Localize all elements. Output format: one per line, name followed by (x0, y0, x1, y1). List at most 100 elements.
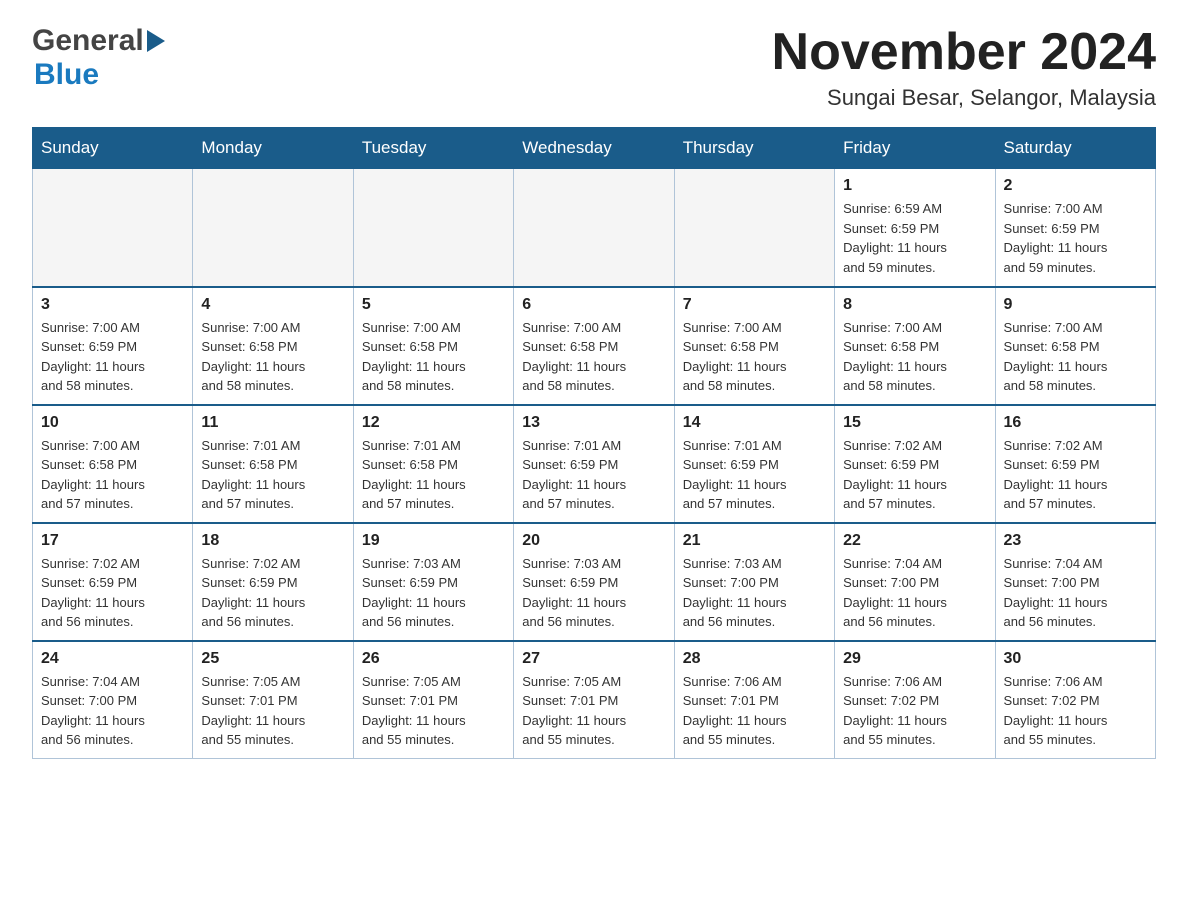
calendar-cell: 15Sunrise: 7:02 AM Sunset: 6:59 PM Dayli… (835, 405, 995, 523)
day-number: 19 (362, 532, 505, 550)
day-number: 2 (1004, 177, 1147, 195)
day-number: 12 (362, 414, 505, 432)
day-info: Sunrise: 7:01 AM Sunset: 6:59 PM Dayligh… (683, 436, 826, 514)
col-header-saturday: Saturday (995, 128, 1155, 169)
day-number: 6 (522, 296, 665, 314)
col-header-wednesday: Wednesday (514, 128, 674, 169)
day-number: 18 (201, 532, 344, 550)
calendar-week-row: 1 Sunrise: 6:59 AM Sunset: 6:59 PM Daylig… (33, 169, 1156, 287)
calendar-cell: 18 Sunrise: 7:02 AM Sunset: 6:59 PM Dayli… (193, 523, 353, 641)
day-info: Sunrise: 7:00 AM Sunset: 6:58 PM Dayligh… (522, 318, 665, 396)
calendar-cell: 30Sunrise: 7:06 AM Sunset: 7:02 PM Dayli… (995, 641, 1155, 759)
day-number: 22 (843, 532, 986, 550)
day-number: 23 (1004, 532, 1147, 550)
day-info: Sunrise: 7:02 AM Sunset: 6:59 PM Dayligh… (1004, 436, 1147, 514)
calendar-cell (33, 169, 193, 287)
day-info: Sunrise: 7:05 AM Sunset: 7:01 PM Dayligh… (201, 672, 344, 750)
calendar-week-row: 17 Sunrise: 7:02 AM Sunset: 6:59 PM Dayli… (33, 523, 1156, 641)
calendar-cell (674, 169, 834, 287)
day-info: Sunrise: 7:06 AM Sunset: 7:02 PM Dayligh… (843, 672, 986, 750)
subtitle: Sungai Besar, Selangor, Malaysia (772, 85, 1156, 111)
calendar-cell (353, 169, 513, 287)
day-info: Sunrise: 7:00 AM Sunset: 6:59 PM Dayligh… (41, 318, 184, 396)
day-number: 24 (41, 650, 184, 668)
logo-arrow-icon (147, 30, 165, 52)
day-number: 3 (41, 296, 184, 314)
calendar-week-row: 3 Sunrise: 7:00 AM Sunset: 6:59 PM Daylig… (33, 287, 1156, 405)
day-number: 14 (683, 414, 826, 432)
calendar-cell: 27 Sunrise: 7:05 AM Sunset: 7:01 PM Dayli… (514, 641, 674, 759)
day-info: Sunrise: 7:00 AM Sunset: 6:59 PM Dayligh… (1004, 199, 1147, 277)
day-info: Sunrise: 7:00 AM Sunset: 6:58 PM Dayligh… (1004, 318, 1147, 396)
calendar-cell: 17 Sunrise: 7:02 AM Sunset: 6:59 PM Dayli… (33, 523, 193, 641)
calendar-cell: 10 Sunrise: 7:00 AM Sunset: 6:58 PM Dayli… (33, 405, 193, 523)
day-number: 16 (1004, 414, 1147, 432)
calendar-cell: 2 Sunrise: 7:00 AM Sunset: 6:59 PM Daylig… (995, 169, 1155, 287)
day-number: 26 (362, 650, 505, 668)
day-number: 28 (683, 650, 826, 668)
col-header-monday: Monday (193, 128, 353, 169)
calendar-week-row: 10 Sunrise: 7:00 AM Sunset: 6:58 PM Dayli… (33, 405, 1156, 523)
col-header-sunday: Sunday (33, 128, 193, 169)
calendar-cell: 13 Sunrise: 7:01 AM Sunset: 6:59 PM Dayli… (514, 405, 674, 523)
logo-general-text: General (32, 24, 144, 58)
calendar-cell: 26Sunrise: 7:05 AM Sunset: 7:01 PM Dayli… (353, 641, 513, 759)
day-info: Sunrise: 7:02 AM Sunset: 6:59 PM Dayligh… (201, 554, 344, 632)
calendar-cell: 8 Sunrise: 7:00 AM Sunset: 6:58 PM Daylig… (835, 287, 995, 405)
main-title: November 2024 (772, 24, 1156, 81)
col-header-thursday: Thursday (674, 128, 834, 169)
calendar-cell: 16 Sunrise: 7:02 AM Sunset: 6:59 PM Dayli… (995, 405, 1155, 523)
day-info: Sunrise: 7:03 AM Sunset: 6:59 PM Dayligh… (362, 554, 505, 632)
day-info: Sunrise: 7:05 AM Sunset: 7:01 PM Dayligh… (522, 672, 665, 750)
day-info: Sunrise: 7:00 AM Sunset: 6:58 PM Dayligh… (362, 318, 505, 396)
day-info: Sunrise: 7:01 AM Sunset: 6:59 PM Dayligh… (522, 436, 665, 514)
day-info: Sunrise: 7:04 AM Sunset: 7:00 PM Dayligh… (41, 672, 184, 750)
day-info: Sunrise: 7:06 AM Sunset: 7:02 PM Dayligh… (1004, 672, 1147, 750)
day-number: 5 (362, 296, 505, 314)
day-number: 15 (843, 414, 986, 432)
day-number: 10 (41, 414, 184, 432)
calendar-cell: 23Sunrise: 7:04 AM Sunset: 7:00 PM Dayli… (995, 523, 1155, 641)
calendar-cell: 12 Sunrise: 7:01 AM Sunset: 6:58 PM Dayli… (353, 405, 513, 523)
calendar-cell: 14 Sunrise: 7:01 AM Sunset: 6:59 PM Dayli… (674, 405, 834, 523)
day-number: 1 (843, 177, 986, 195)
calendar-cell: 11Sunrise: 7:01 AM Sunset: 6:58 PM Dayli… (193, 405, 353, 523)
day-number: 4 (201, 296, 344, 314)
day-info: Sunrise: 6:59 AM Sunset: 6:59 PM Dayligh… (843, 199, 986, 277)
day-number: 13 (522, 414, 665, 432)
day-info: Sunrise: 7:06 AM Sunset: 7:01 PM Dayligh… (683, 672, 826, 750)
calendar-cell: 21 Sunrise: 7:03 AM Sunset: 7:00 PM Dayli… (674, 523, 834, 641)
calendar-cell: 9 Sunrise: 7:00 AM Sunset: 6:58 PM Daylig… (995, 287, 1155, 405)
calendar-cell: 24 Sunrise: 7:04 AM Sunset: 7:00 PM Dayli… (33, 641, 193, 759)
day-number: 20 (522, 532, 665, 550)
calendar-cell: 25Sunrise: 7:05 AM Sunset: 7:01 PM Dayli… (193, 641, 353, 759)
calendar-cell: 6 Sunrise: 7:00 AM Sunset: 6:58 PM Daylig… (514, 287, 674, 405)
calendar-cell: 19 Sunrise: 7:03 AM Sunset: 6:59 PM Dayli… (353, 523, 513, 641)
day-number: 27 (522, 650, 665, 668)
calendar-cell: 7Sunrise: 7:00 AM Sunset: 6:58 PM Daylig… (674, 287, 834, 405)
day-number: 8 (843, 296, 986, 314)
day-number: 9 (1004, 296, 1147, 314)
title-area: November 2024 Sungai Besar, Selangor, Ma… (772, 24, 1156, 111)
day-number: 21 (683, 532, 826, 550)
day-info: Sunrise: 7:00 AM Sunset: 6:58 PM Dayligh… (683, 318, 826, 396)
day-number: 29 (843, 650, 986, 668)
calendar-week-row: 24 Sunrise: 7:04 AM Sunset: 7:00 PM Dayli… (33, 641, 1156, 759)
logo-blue-text: Blue (34, 58, 166, 92)
calendar-cell: 1 Sunrise: 6:59 AM Sunset: 6:59 PM Daylig… (835, 169, 995, 287)
header: General Blue November 2024 Sungai Besar,… (32, 24, 1156, 111)
day-info: Sunrise: 7:04 AM Sunset: 7:00 PM Dayligh… (843, 554, 986, 632)
calendar-cell (193, 169, 353, 287)
calendar-cell: 20Sunrise: 7:03 AM Sunset: 6:59 PM Dayli… (514, 523, 674, 641)
col-header-tuesday: Tuesday (353, 128, 513, 169)
day-number: 17 (41, 532, 184, 550)
calendar-cell: 28 Sunrise: 7:06 AM Sunset: 7:01 PM Dayli… (674, 641, 834, 759)
day-info: Sunrise: 7:02 AM Sunset: 6:59 PM Dayligh… (41, 554, 184, 632)
day-info: Sunrise: 7:00 AM Sunset: 6:58 PM Dayligh… (41, 436, 184, 514)
day-info: Sunrise: 7:01 AM Sunset: 6:58 PM Dayligh… (362, 436, 505, 514)
calendar-cell: 29 Sunrise: 7:06 AM Sunset: 7:02 PM Dayli… (835, 641, 995, 759)
calendar-table: SundayMondayTuesdayWednesdayThursdayFrid… (32, 127, 1156, 759)
day-info: Sunrise: 7:03 AM Sunset: 7:00 PM Dayligh… (683, 554, 826, 632)
day-info: Sunrise: 7:00 AM Sunset: 6:58 PM Dayligh… (843, 318, 986, 396)
day-number: 11 (201, 414, 344, 432)
